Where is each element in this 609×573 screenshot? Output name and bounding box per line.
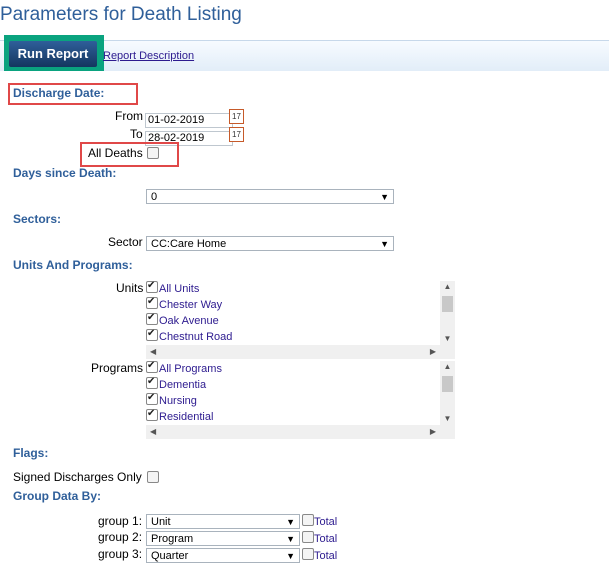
programs-checkbox-all[interactable] — [146, 361, 158, 373]
group-3-total-label: Total — [314, 550, 338, 562]
signed-discharges-label: Signed Discharges Only — [13, 470, 142, 484]
sectors-heading: Sectors: — [13, 212, 62, 226]
chevron-down-icon: ▼ — [286, 551, 295, 561]
programs-vertical-scrollbar[interactable]: ▲ ▼ — [440, 361, 455, 425]
programs-horizontal-scrollbar[interactable]: ◀ ▶ — [146, 425, 440, 439]
scroll-thumb[interactable] — [442, 296, 453, 312]
from-date-input[interactable]: 01-02-2019 — [145, 113, 233, 128]
programs-label: Programs — [91, 361, 144, 375]
scroll-right-icon[interactable]: ▶ — [430, 347, 436, 356]
programs-checkbox-residential[interactable] — [146, 409, 158, 421]
units-checkbox-chester-way[interactable] — [146, 297, 158, 309]
days-since-death-select[interactable]: 0 ▼ — [146, 189, 394, 204]
group-2-total-label: Total — [314, 533, 338, 545]
scroll-down-icon[interactable]: ▼ — [440, 413, 455, 425]
report-description-link[interactable]: Report Description — [103, 50, 194, 62]
run-report-button[interactable]: Run Report — [9, 41, 97, 67]
group-3-label: group 3: — [98, 547, 143, 561]
units-programs-heading: Units And Programs: — [13, 258, 133, 272]
to-label: To — [130, 127, 143, 141]
discharge-date-heading: Discharge Date: — [13, 86, 105, 100]
programs-listbox[interactable]: All Programs Dementia Nursing Residentia… — [146, 361, 456, 440]
scroll-left-icon[interactable]: ◀ — [150, 427, 156, 436]
group-3-total-checkbox[interactable] — [302, 548, 314, 560]
group-1-label: group 1: — [98, 514, 143, 528]
list-item[interactable]: All Units — [159, 283, 199, 295]
chevron-down-icon: ▼ — [380, 239, 389, 249]
group-1-select[interactable]: Unit ▼ — [146, 514, 300, 529]
chevron-down-icon: ▼ — [286, 517, 295, 527]
scroll-thumb[interactable] — [442, 376, 453, 392]
signed-discharges-checkbox[interactable] — [147, 471, 159, 483]
chevron-down-icon: ▼ — [286, 534, 295, 544]
scroll-corner — [440, 425, 455, 439]
group-2-total-checkbox[interactable] — [302, 531, 314, 543]
programs-checkbox-dementia[interactable] — [146, 377, 158, 389]
calendar-icon[interactable]: 17 — [229, 127, 244, 142]
group-1-value: Unit — [151, 516, 171, 528]
calendar-icon[interactable]: 17 — [229, 109, 244, 124]
units-vertical-scrollbar[interactable]: ▲ ▼ — [440, 281, 455, 345]
scroll-up-icon[interactable]: ▲ — [440, 281, 455, 293]
group-1-total-label: Total — [314, 516, 338, 528]
scroll-up-icon[interactable]: ▲ — [440, 361, 455, 373]
list-item[interactable]: All Programs — [159, 363, 222, 375]
programs-checkbox-nursing[interactable] — [146, 393, 158, 405]
page-title: Parameters for Death Listing — [0, 4, 242, 25]
list-item[interactable]: Chester Way — [159, 299, 222, 311]
list-item[interactable]: Residential — [159, 411, 213, 423]
sector-value: CC:Care Home — [151, 238, 227, 250]
units-checkbox-oak-avenue[interactable] — [146, 313, 158, 325]
list-item[interactable]: Oak Avenue — [159, 315, 219, 327]
days-since-death-heading: Days since Death: — [13, 166, 117, 180]
units-horizontal-scrollbar[interactable]: ◀ ▶ — [146, 345, 440, 359]
flags-heading: Flags: — [13, 446, 49, 460]
scroll-right-icon[interactable]: ▶ — [430, 427, 436, 436]
all-deaths-checkbox[interactable] — [147, 147, 159, 159]
units-checkbox-all[interactable] — [146, 281, 158, 293]
chevron-down-icon: ▼ — [380, 192, 389, 202]
scroll-left-icon[interactable]: ◀ — [150, 347, 156, 356]
group-3-select[interactable]: Quarter ▼ — [146, 548, 300, 563]
group-2-select[interactable]: Program ▼ — [146, 531, 300, 546]
group-2-label: group 2: — [98, 530, 143, 544]
list-item[interactable]: Chestnut Road — [159, 331, 232, 343]
group-3-value: Quarter — [151, 550, 189, 562]
units-label: Units — [116, 281, 144, 295]
days-since-death-value: 0 — [151, 191, 158, 203]
from-label: From — [115, 109, 143, 123]
scroll-down-icon[interactable]: ▼ — [440, 333, 455, 345]
group-2-value: Program — [151, 533, 194, 545]
scroll-corner — [440, 345, 455, 359]
sector-select[interactable]: CC:Care Home ▼ — [146, 236, 394, 251]
units-checkbox-chestnut-road[interactable] — [146, 329, 158, 341]
units-listbox[interactable]: All Units Chester Way Oak Avenue Chestnu… — [146, 281, 456, 360]
group-1-total-checkbox[interactable] — [302, 514, 314, 526]
list-item[interactable]: Dementia — [159, 379, 206, 391]
group-data-heading: Group Data By: — [13, 489, 102, 503]
list-item[interactable]: Nursing — [159, 395, 197, 407]
all-deaths-label: All Deaths — [88, 146, 143, 160]
sector-label: Sector — [108, 235, 143, 249]
